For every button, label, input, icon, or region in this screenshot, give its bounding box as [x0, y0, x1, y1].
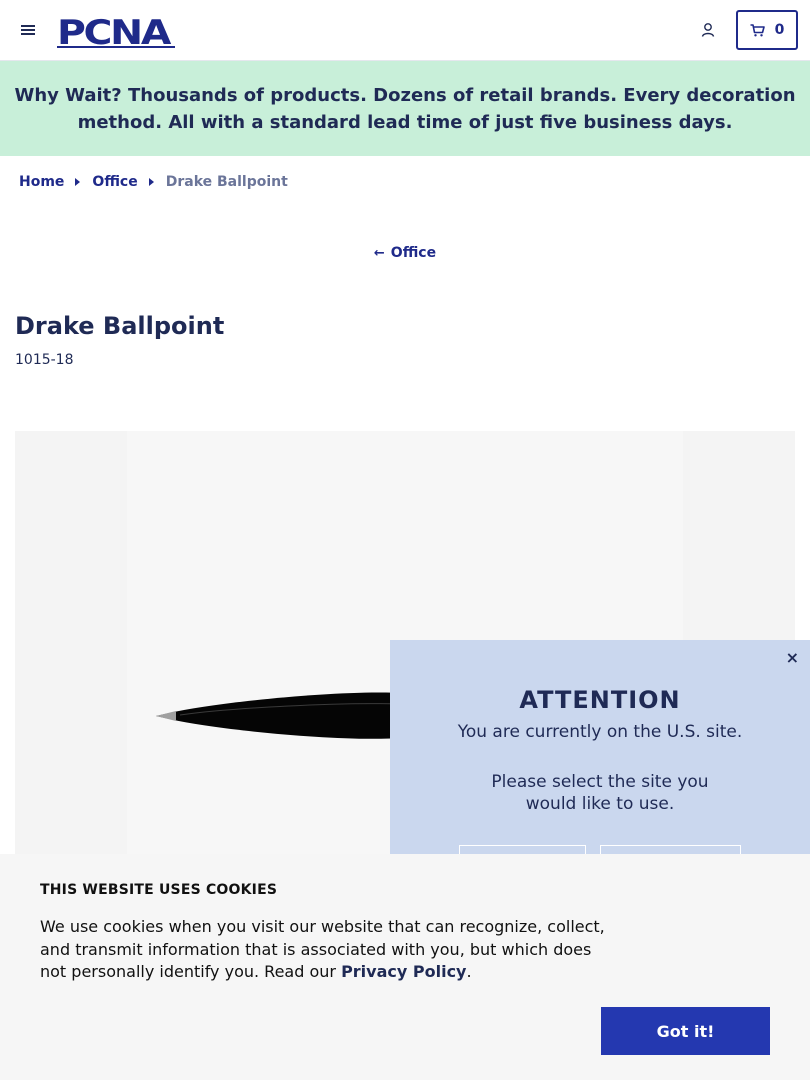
breadcrumb-current: Drake Ballpoint [165, 174, 288, 190]
arrow-left-icon: ← [373, 246, 385, 261]
got-it-button[interactable]: Got it! [601, 1007, 770, 1055]
menu-icon[interactable] [21, 23, 35, 37]
logo-text: PCNA [57, 14, 172, 48]
attention-current-site: You are currently on the U.S. site. [457, 722, 743, 742]
back-to-category-link[interactable]: ← Office [0, 245, 810, 261]
breadcrumb-separator-icon [75, 178, 81, 186]
close-icon[interactable]: × [786, 648, 799, 667]
promo-text: Why Wait? Thousands of products. Dozens … [14, 84, 796, 133]
pen-image[interactable] [140, 690, 400, 742]
attention-instructions: Please select the site you would like to… [491, 772, 709, 814]
privacy-policy-link[interactable]: Privacy Policy [341, 962, 466, 981]
pcna-logo[interactable]: PCNA [57, 14, 177, 48]
product-sku: 1015-18 [15, 352, 74, 368]
promo-banner: Why Wait? Thousands of products. Dozens … [0, 61, 810, 156]
cookie-title: THIS WEBSITE USES COOKIES [40, 882, 278, 898]
site-header: PCNA 0 [0, 0, 810, 61]
account-icon[interactable] [700, 22, 716, 38]
back-link-label: Office [390, 245, 437, 261]
breadcrumb-home[interactable]: Home [19, 174, 64, 190]
cookie-text: We use cookies when you visit our websit… [40, 916, 620, 984]
cookie-banner: THIS WEBSITE USES COOKIES We use cookies… [0, 854, 810, 1080]
cart-icon [750, 23, 765, 36]
breadcrumb-office[interactable]: Office [92, 174, 137, 190]
cookie-body: We use cookies when you visit our websit… [40, 917, 605, 981]
breadcrumb: Home Office Drake Ballpoint [19, 174, 288, 190]
breadcrumb-separator-icon [148, 178, 154, 186]
product-title: Drake Ballpoint [15, 312, 225, 340]
cart-count: 0 [774, 22, 785, 38]
attention-title: ATTENTION [519, 686, 681, 714]
cart-button[interactable]: 0 [736, 10, 798, 50]
cookie-period: . [466, 962, 472, 981]
region-selector-dialog: × ATTENTION You are currently on the U.S… [390, 640, 810, 875]
